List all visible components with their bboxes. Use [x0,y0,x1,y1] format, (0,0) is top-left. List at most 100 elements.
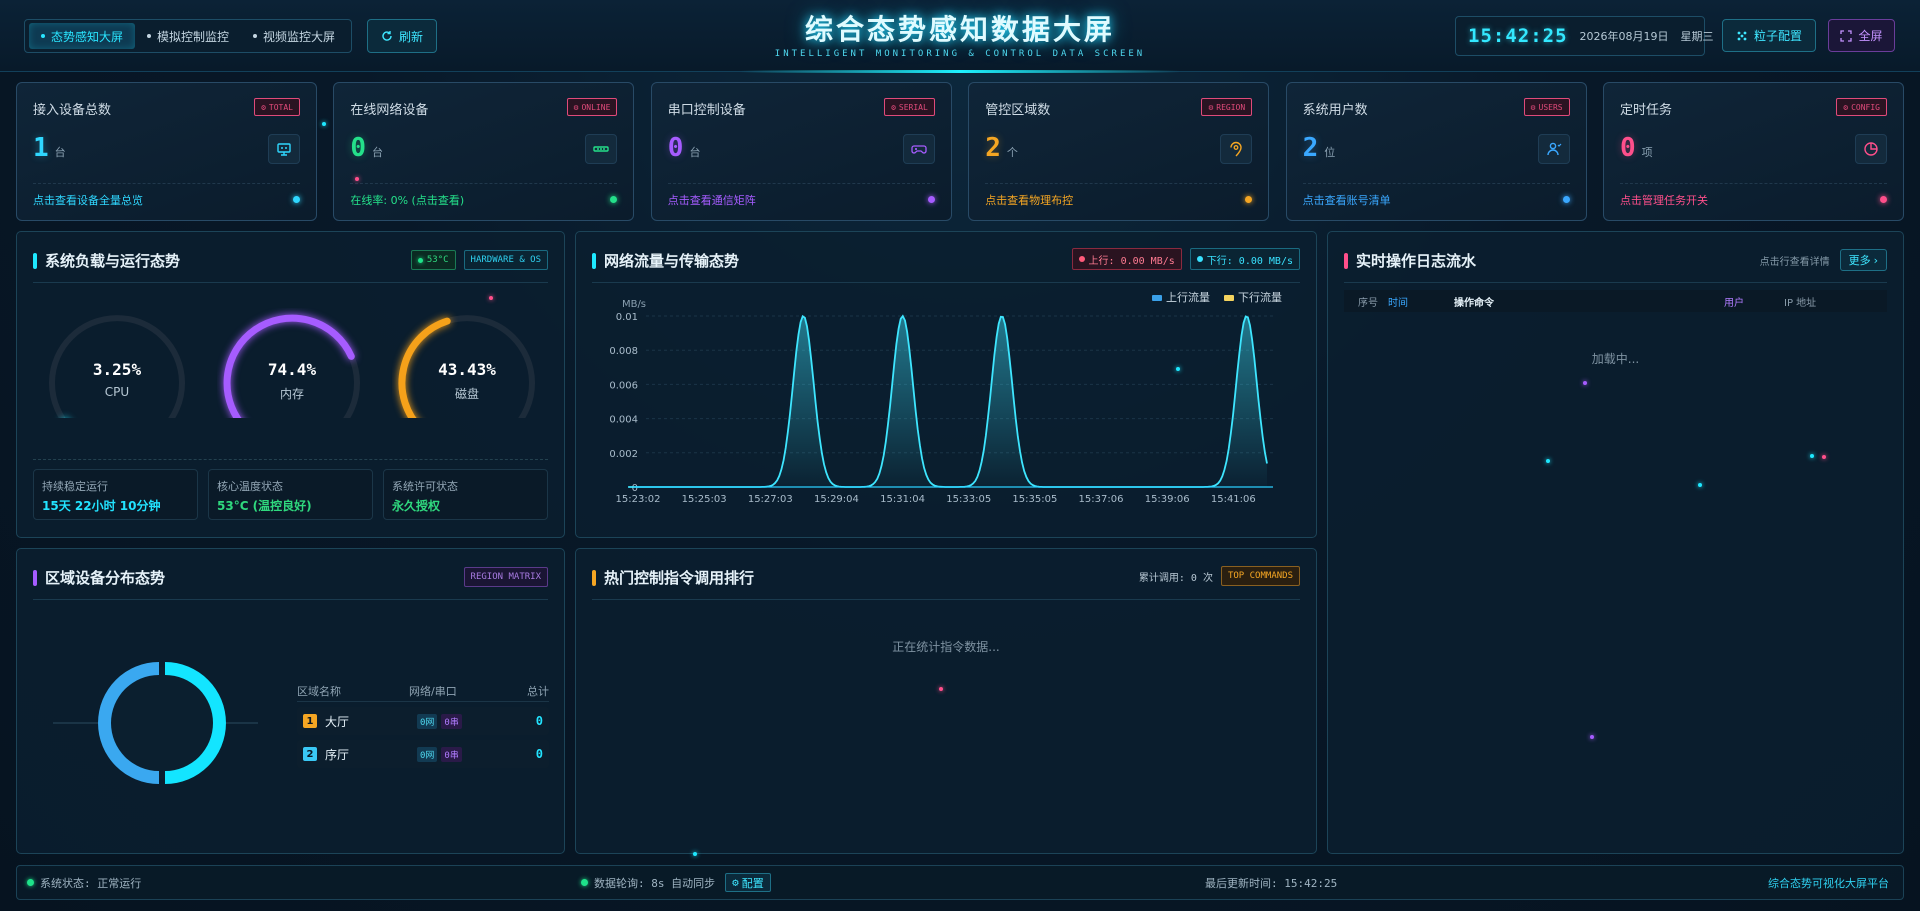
col-command: 操作命令 [1454,297,1494,309]
region-table-header: 区域名称 网络/串口 总计 [297,680,549,702]
x-tick-label: 15:29:04 [814,494,859,505]
polling-config-button[interactable]: ⚙ 配置 [725,873,771,892]
y-axis-title: MB/s [622,299,646,310]
temperature-text: 53°C [426,255,449,265]
col-time: 时间 [1388,297,1408,309]
hardware-badge: HARDWARE & OS [463,250,548,270]
gauge-cpu: 3.25% CPU [42,308,192,418]
stat-tag-text: CONFIG [1851,102,1880,112]
stat-number: 2 [1302,133,1319,163]
particle-config-button[interactable]: 粒子配置 [1722,19,1816,52]
refresh-button[interactable]: 刷新 [367,19,437,53]
info-value: 53°C (温控良好) [217,499,312,513]
gauge-label: CPU [104,385,130,399]
gear-icon: ⚙ [1843,102,1849,112]
info-box: 系统许可状态 永久授权 [383,469,548,520]
stat-card-region[interactable]: 管控区域数 ⚙ REGION 2 个 点击查看物理布控 [968,82,1270,221]
stat-tag: ⚙ TOTAL [254,98,300,116]
download-line[interactable] [628,314,1268,488]
stat-value: 2 位 [1303,133,1336,163]
stat-value: 2 个 [985,133,1018,163]
stat-title: 接入设备总数 [33,103,112,118]
system-status-text: 系统状态: 正常运行 [40,876,142,890]
stat-title: 系统用户数 [1302,103,1368,118]
tab-situation[interactable]: 态势感知大屏 [29,23,136,49]
divider [667,183,935,184]
command-panel: 热门控制指令调用排行 累计调用: 0 次 TOP COMMANDS 正在统计指令… [575,548,1317,854]
monitor-icon [268,134,300,164]
stat-tag-text: USERS [1538,102,1563,112]
region-title: 区域设备分布态势 [45,569,166,587]
tab-video[interactable]: 视频监控大屏 [241,23,347,49]
region-donut-chart [53,662,258,784]
info-value: 永久授权 [392,499,441,513]
system-status: 系统状态: 正常运行 [27,866,141,899]
info-label: 核心温度状态 [217,480,283,493]
stat-card-config[interactable]: 定时任务 ⚙ CONFIG 0 项 点击管理任务开关 [1603,82,1904,221]
info-label: 系统许可状态 [392,480,458,493]
status-dot-icon [927,196,935,203]
stat-link[interactable]: 点击查看通信矩阵 [668,192,756,208]
region-serial-count: 0串 [441,746,462,762]
divider [350,183,618,184]
stat-title: 定时任务 [1620,103,1673,118]
stat-link[interactable]: 点击查看设备全量总览 [33,192,143,208]
more-button[interactable]: 更多 › [1839,249,1887,271]
location-icon [1220,134,1253,164]
divider [33,282,548,283]
y-tick-label: 0.002 [609,449,638,460]
tab-label: 态势感知大屏 [51,29,124,44]
nav-tabs: 态势感知大屏 模拟控制监控 视频监控大屏 [24,19,353,53]
stat-number: 2 [985,133,1001,163]
gauge-value: 3.25% [92,360,142,379]
region-row[interactable]: 2 序厅 0网 0串 0 [297,740,549,768]
more-label: 更多 [1848,254,1871,267]
brand-label: 综合态势可视化大屏平台 [1768,876,1889,890]
x-tick-label: 15:31:04 [880,494,925,505]
particle-dot [1583,381,1587,385]
log-table-header: 序号 时间 操作命令 用户 IP 地址 [1344,290,1887,312]
particles-icon [1737,31,1747,40]
network-chart: MB/s 0 0.002 0.004 0.006 0.008 0.01 15:23:02 15:… [609,299,1273,505]
stat-link[interactable]: 点击查看物理布控 [985,192,1073,208]
stat-tag: ⚙ SERIAL [884,98,935,116]
clock-time: 15:42:25 [1468,25,1568,47]
stat-title: 在线网络设备 [350,103,429,118]
stat-card-total[interactable]: 接入设备总数 ⚙ TOTAL 1 台 点击查看设备全量总览 [16,82,317,221]
title-bar-icon [1344,252,1348,269]
info-label: 持续稳定运行 [42,480,108,493]
status-dot-icon [1245,196,1253,203]
stat-link[interactable]: 在线率: 0% (点击查看) [350,192,464,208]
title-bar-icon [33,569,37,586]
stat-tag-text: ONLINE [581,102,611,112]
stat-card-users[interactable]: 系统用户数 ⚙ USERS 2 位 点击查看账号清单 [1285,82,1587,221]
command-empty-text: 正在统计指令数据... [892,640,1000,654]
stat-card-online[interactable]: 在线网络设备 ⚙ ONLINE 0 台 在线率: 0% (点击查看) [333,82,635,221]
stat-link[interactable]: 点击管理任务开关 [1620,192,1708,208]
stat-unit: 个 [1006,146,1018,159]
col-net-serial: 网络/串口 [409,684,457,698]
status-dot-icon [293,196,300,203]
stat-tag-text: TOTAL [268,102,293,112]
region-row[interactable]: 1 大厅 0网 0串 0 [297,707,549,735]
pie-icon [1855,134,1887,164]
stat-card-serial[interactable]: 串口控制设备 ⚙ SERIAL 0 台 点击查看通信矩阵 [650,82,952,221]
expand-icon [1840,29,1853,42]
clock-panel: 15:42:25 2026年08月19日 星期三 [1455,16,1714,56]
panel-title: 热门控制指令调用排行 [592,567,754,588]
region-name: 大厅 [325,714,350,729]
fullscreen-button[interactable]: 全屏 [1828,19,1895,52]
region-net-count: 0网 [417,746,438,762]
panel-title: 实时操作日志流水 [1344,250,1476,271]
stat-tag-text: REGION [1216,102,1246,112]
stat-unit: 台 [54,146,66,159]
tab-simulation[interactable]: 模拟控制监控 [135,23,241,49]
status-dot-icon [417,257,423,263]
stat-value: 1 台 [33,133,66,163]
x-tick-label: 15:39:06 [1145,494,1190,505]
y-tick-label: 0.004 [609,415,638,426]
log-title: 实时操作日志流水 [1356,252,1477,270]
stat-link[interactable]: 点击查看账号清单 [1303,192,1391,208]
gear-icon: ⚙ [261,102,266,112]
particle-dot [939,687,943,691]
